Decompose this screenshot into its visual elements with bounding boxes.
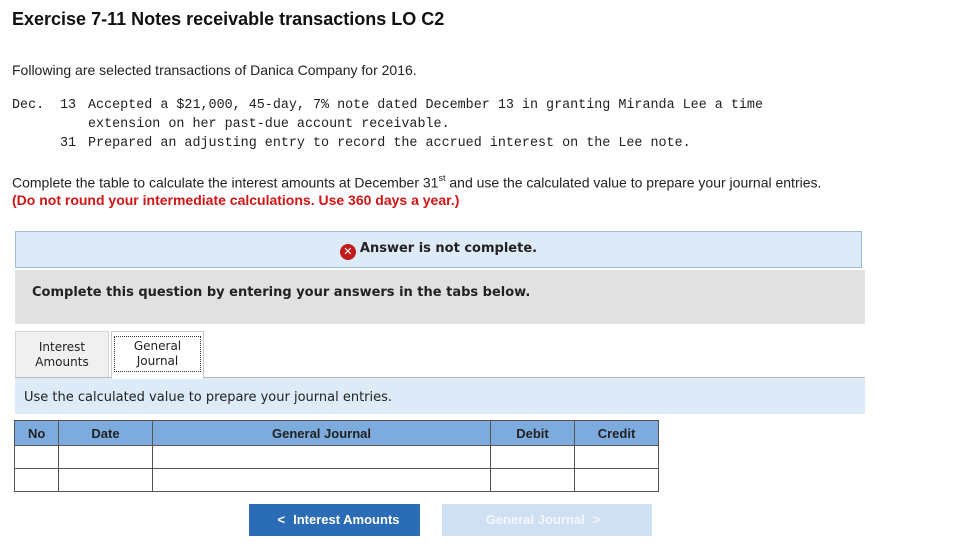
date-cell[interactable] xyxy=(58,445,153,469)
account-cell[interactable] xyxy=(152,468,491,492)
status-banner: ✕ Answer is not complete. xyxy=(15,231,862,268)
journal-table: No Date General Journal Debit Credit xyxy=(14,420,659,492)
next-tab-button[interactable]: General Journal > xyxy=(442,504,652,536)
intro-text: Following are selected transactions of D… xyxy=(12,62,417,78)
prev-tab-button[interactable]: < Interest Amounts xyxy=(249,504,420,536)
page-title: Exercise 7-11 Notes receivable transacti… xyxy=(12,9,445,29)
debit-cell[interactable] xyxy=(490,445,575,469)
tab-label-line: Interest xyxy=(38,340,86,354)
instruction-text-end: and use the calculated value to prepare … xyxy=(445,174,822,191)
x-circle-icon: ✕ xyxy=(339,244,356,260)
column-header-date: Date xyxy=(58,420,153,446)
credit-cell[interactable] xyxy=(574,468,659,492)
account-cell[interactable] xyxy=(152,445,491,469)
date-cell[interactable] xyxy=(58,468,153,492)
tab-general-journal[interactable]: General Journal xyxy=(111,331,204,379)
instruction-text-main: Complete the table to calculate the inte… xyxy=(12,174,439,191)
column-header-debit: Debit xyxy=(490,420,575,446)
transaction-day: 13 xyxy=(60,98,77,113)
instruction-text: Complete the table to calculate the inte… xyxy=(12,173,822,191)
no-cell[interactable] xyxy=(14,468,59,492)
column-header-no: No xyxy=(14,420,59,446)
transaction-text: Prepared an adjusting entry to record th… xyxy=(88,136,691,151)
chevron-left-icon: < xyxy=(277,512,286,527)
rounding-instruction: (Do not round your intermediate calculat… xyxy=(12,192,460,208)
chevron-right-icon: > xyxy=(592,512,601,527)
table-row xyxy=(14,445,659,469)
next-button-label: General Journal xyxy=(485,512,585,527)
debit-cell[interactable] xyxy=(490,468,575,492)
column-header-general-journal: General Journal xyxy=(152,420,491,446)
column-header-credit: Credit xyxy=(574,420,659,446)
status-text: Answer is not complete. xyxy=(359,241,538,256)
tab-label-line: Journal xyxy=(136,354,179,368)
tab-focus-outline: General Journal xyxy=(114,336,201,372)
transaction-month: Dec. xyxy=(12,98,45,113)
question-box: Complete this question by entering your … xyxy=(15,270,865,324)
active-tab-connector xyxy=(112,377,203,379)
transaction-text-continued: extension on her past-due account receiv… xyxy=(88,117,450,132)
instruction-superscript: st xyxy=(438,173,446,183)
tab-interest-amounts[interactable]: Interest Amounts xyxy=(15,331,109,377)
table-header-row: No Date General Journal Debit Credit xyxy=(14,420,659,446)
tab-instruction: Use the calculated value to prepare your… xyxy=(24,390,393,405)
prev-button-label: Interest Amounts xyxy=(293,512,400,527)
transaction-day: 31 xyxy=(60,136,77,151)
transaction-text: Accepted a $21,000, 45-day, 7% note date… xyxy=(88,98,763,113)
question-instruction: Complete this question by entering your … xyxy=(32,285,531,300)
tab-instruction-bar: Use the calculated value to prepare your… xyxy=(15,378,865,414)
no-cell[interactable] xyxy=(14,445,59,469)
tab-label-line: General xyxy=(133,339,182,353)
credit-cell[interactable] xyxy=(574,445,659,469)
tab-label-line: Amounts xyxy=(35,355,89,369)
table-row xyxy=(14,468,659,492)
